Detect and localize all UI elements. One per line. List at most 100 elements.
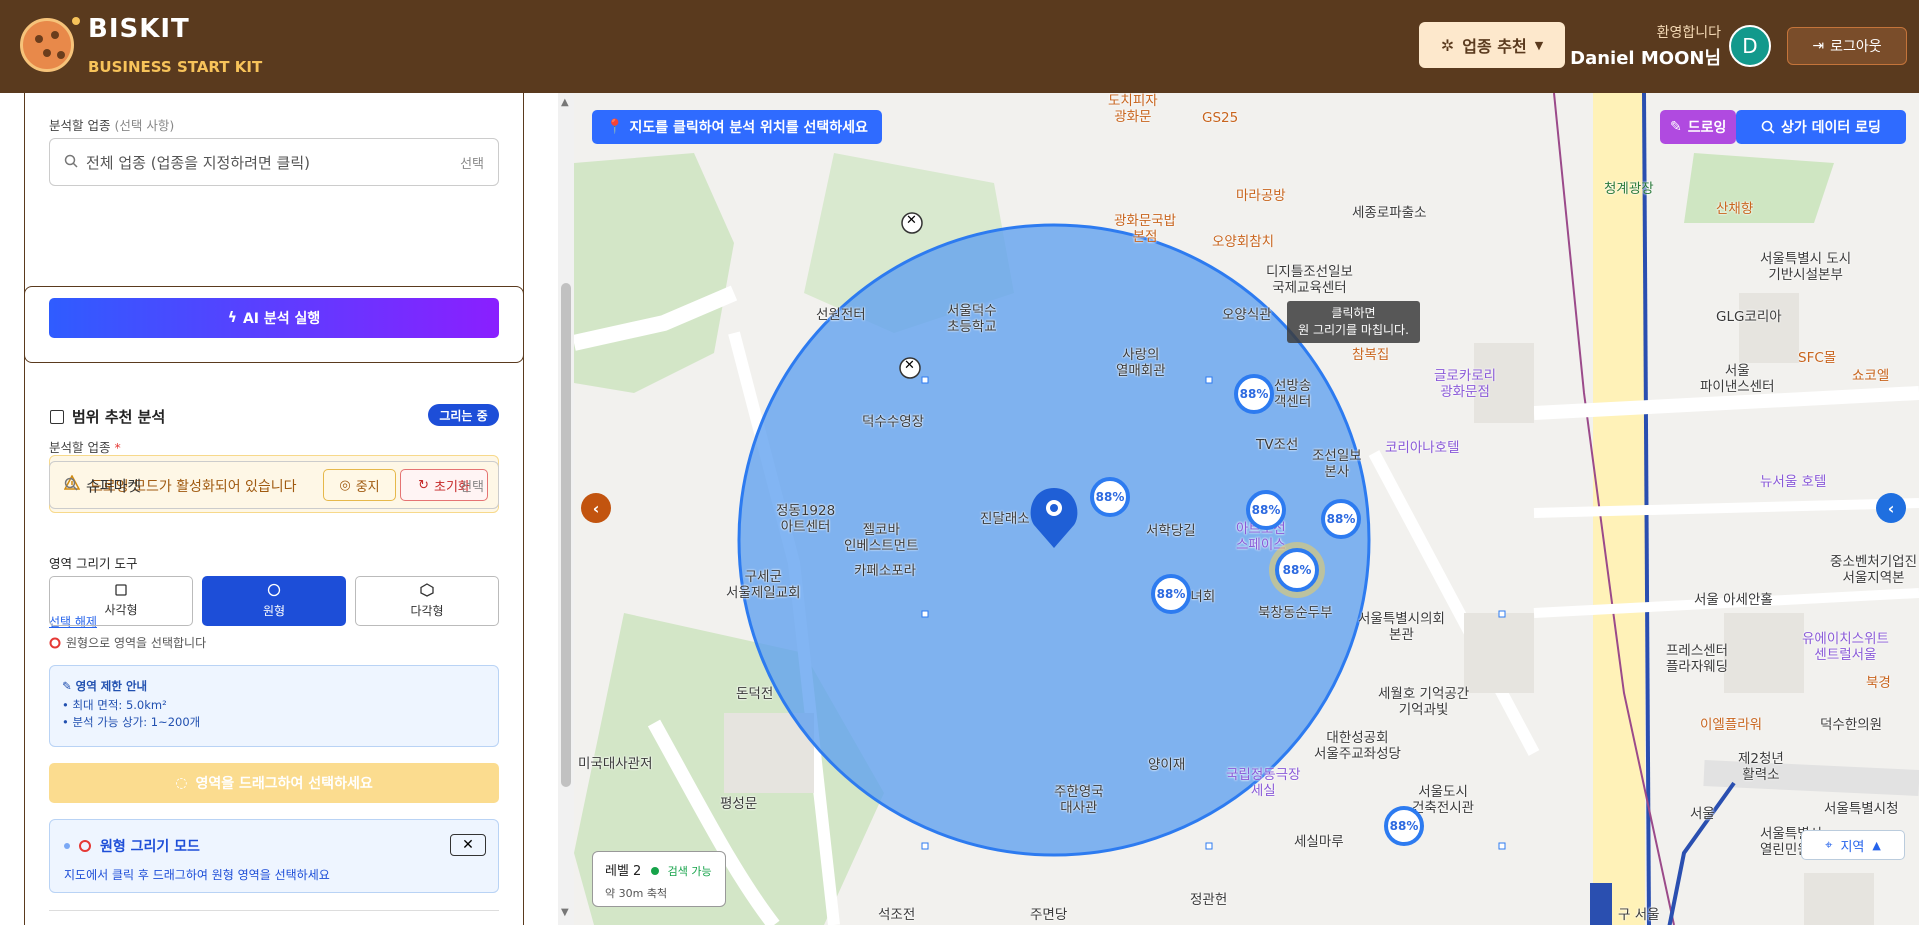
store-score-badge[interactable]: 88% [1384,806,1424,846]
map-place-label[interactable]: 유에이치스위트 센트럴서울 [1802,631,1889,663]
logo-sparkle-icon [72,17,80,25]
map-place-label[interactable]: 덕수한의원 [1820,717,1882,733]
circle-tool-button[interactable]: 원형 [202,576,346,626]
brand-subtitle: BUSINESS START KIT [88,58,263,76]
polygon-tool-button[interactable]: 다각형 [355,576,499,626]
store-score-badge[interactable]: 88% [1234,374,1274,414]
map-place-label[interactable]: 글로카로리 광화문점 [1434,368,1496,400]
map-place-label[interactable]: 선원전터 [816,307,866,323]
map-place-label[interactable]: 구세군 서울제일교회 [726,569,801,601]
map-place-label[interactable]: 마라공방 [1236,188,1286,204]
avatar[interactable]: D [1729,25,1771,67]
map-place-label[interactable]: 코리아나호텔 [1385,440,1460,456]
select-label-2: 선택 [460,479,484,495]
map-place-label[interactable]: 주면당 [1030,907,1067,923]
industry-search-input[interactable]: 전체 업종 (업종을 지정하려면 클릭) 선택 [49,138,499,186]
map-place-label[interactable]: 젤코바 인베스트먼트 [844,522,919,554]
map-place-label[interactable]: 서울덕수 초등학교 [947,303,997,335]
map-place-label[interactable]: 사랑의 열매회관 [1116,347,1166,379]
map-place-label[interactable]: 중소벤처기업진 서울지역본 [1830,554,1917,586]
area-limit-title: ✎ 영역 제한 안내 [62,678,486,695]
sidebar-scroll-thumb[interactable] [561,283,571,787]
map-place-label[interactable]: 돈덕전 [736,686,773,702]
map-place-label[interactable]: 이엘플라워 [1700,717,1762,733]
map-place-label[interactable]: 조선일보 본사 [1312,448,1362,480]
map-place-label[interactable]: 도치피자 광화문 [1108,93,1158,125]
map-place-label[interactable]: 주한영국 대사관 [1054,784,1104,816]
brand-name[interactable]: BISKIT [88,14,190,44]
map-place-label[interactable]: 쇼코엘 [1852,368,1889,384]
map-place-label[interactable]: 오양식관 [1222,307,1272,323]
map-place-label[interactable]: TV조선 [1256,437,1298,453]
map-place-label[interactable]: 미국대사관저 [578,756,653,772]
store-score-badge[interactable]: 88% [1275,548,1319,592]
rectangle-tool-button[interactable]: 사각형 [49,576,193,626]
map-place-label[interactable]: 북경 [1866,675,1891,691]
map-place-label[interactable]: 서울 파이낸스센터 [1700,363,1775,395]
region-button[interactable]: ⌖ 지역 ▲ [1801,830,1905,860]
map-place-label[interactable]: 북창동순두부 [1258,605,1333,621]
collapse-sidebar-button[interactable]: ‹ [581,493,611,523]
map-place-label[interactable]: 프레스센터 플라자웨딩 [1666,643,1728,675]
map-place-label[interactable]: 서학당길 [1146,523,1196,539]
map-place-label[interactable]: 진달래소 [980,511,1030,527]
store-score-badge[interactable]: 88% [1090,477,1130,517]
draw-tools-label: 영역 그리기 도구 [49,556,138,571]
map-place-label[interactable]: GLG코리아 [1716,309,1782,325]
logout-button[interactable]: ⇥ 로그아웃 [1787,27,1907,65]
map-place-label[interactable]: 세종로파출소 [1352,205,1427,221]
map-place-label[interactable]: 서울특별시의회 본관 [1358,611,1445,643]
map-place-label[interactable]: 서울 [1690,806,1715,822]
store-score-badge[interactable]: 88% [1151,574,1191,614]
map-place-label[interactable]: 석조전 [878,907,915,923]
industry-search-input-2[interactable]: 슈퍼마켓 선택 [49,461,499,509]
map-place-label[interactable]: 서울 아세안홀 [1694,592,1773,608]
map-place-label[interactable]: 양이재 [1148,757,1185,773]
map-place-label[interactable]: GS25 [1202,110,1238,126]
business-recommend-label: 업종 추천 [1462,37,1527,56]
delete-marker-icon[interactable]: ✕ [904,358,915,373]
map-place-label[interactable]: 정관헌 [1190,892,1227,908]
area-limit-title-text: 영역 제한 안내 [75,679,148,693]
map-place-label[interactable]: 세월호 기억공간 기억과빛 [1378,686,1469,718]
scroll-down-icon[interactable]: ▼ [561,907,569,918]
search-icon [1761,120,1775,134]
map-place-label[interactable]: 평성문 [720,796,757,812]
draw-button[interactable]: ✎ 드로잉 [1660,110,1737,144]
map-place-label[interactable]: 카페소포라 [854,563,916,579]
map-place-label[interactable]: 덕수수영장 [862,414,924,430]
map-place-label[interactable]: SFC몰 [1798,350,1836,366]
map-place-label[interactable]: 서울특별시청 [1824,801,1899,817]
drag-select-button[interactable]: ◌ 영역을 드래그하여 선택하세요 [49,763,499,803]
map-place-label[interactable]: 정동1928 아트센터 [776,503,835,535]
map-place-label[interactable]: 뉴서울 호텔 [1760,474,1826,490]
map-place-label[interactable]: 제2청년 활력소 [1738,751,1784,783]
store-score-badge[interactable]: 88% [1321,499,1361,539]
map-place-label[interactable]: 선방송 객센터 [1274,378,1311,410]
map-place-label[interactable]: 서울특별시 도시 기반시설본부 [1760,251,1851,283]
map-place-label[interactable]: 참복집 [1352,347,1389,363]
business-recommend-button[interactable]: ✲ 업종 추천 ▼ [1419,22,1565,68]
range-recommend-title[interactable]: 범위 추천 분석 [50,406,165,427]
red-circle-icon [49,637,61,648]
map-place-label[interactable]: 청계광장 [1604,181,1654,197]
biskit-logo-icon[interactable] [20,18,74,72]
checkbox[interactable] [50,409,64,424]
map-place-label[interactable]: 산채향 [1716,201,1753,217]
map-place-label[interactable]: 디지틀조선일보 국제교육센터 [1266,264,1353,296]
map-place-label[interactable]: 광화문국밥 본점 [1114,213,1176,245]
map-place-label[interactable]: 구 서울 [1618,907,1660,923]
expand-panel-button[interactable]: ‹ [1876,493,1906,523]
map-place-label[interactable]: 서울도시 건축전시관 [1412,784,1474,816]
map-place-label[interactable]: 오양회참치 [1212,234,1274,250]
delete-marker-icon[interactable]: ✕ [906,213,917,228]
map-place-label[interactable]: 대한성공회 서울주교좌성당 [1314,730,1401,762]
map-place-label[interactable]: 국립정동극장 세실 [1226,767,1301,799]
chevron-up-icon: ▲ [1872,838,1881,852]
close-icon[interactable]: ✕ [450,834,486,856]
map-place-label[interactable]: 세실마루 [1294,834,1344,850]
dot-icon [64,843,70,849]
load-store-data-button[interactable]: 상가 데이터 로딩 [1736,110,1906,144]
store-score-badge[interactable]: 88% [1246,490,1286,530]
scroll-up-icon[interactable]: ▲ [561,97,569,108]
